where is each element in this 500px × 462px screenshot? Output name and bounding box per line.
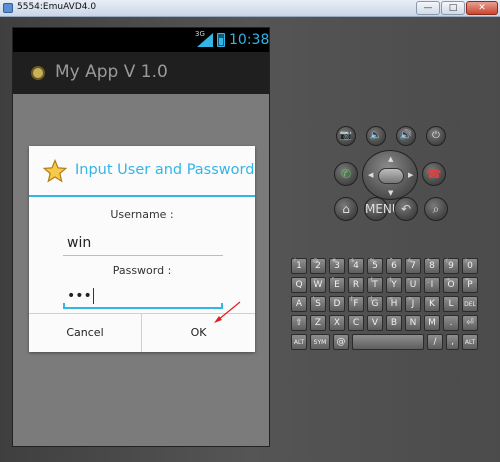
alt-key[interactable]: ALT	[291, 334, 307, 350]
key[interactable]: ! 1	[291, 258, 307, 274]
password-value: •••	[67, 288, 92, 304]
signal-icon	[197, 33, 213, 47]
key[interactable]: % 5	[367, 258, 383, 274]
call-button[interactable]: ✆	[334, 162, 358, 186]
key[interactable]: X	[329, 315, 345, 331]
key[interactable]: < H	[386, 296, 402, 312]
cancel-button[interactable]: Cancel	[29, 314, 142, 352]
power-button[interactable]: ⏻	[426, 126, 446, 146]
key[interactable]: M	[424, 315, 440, 331]
password-input[interactable]: •••	[63, 283, 223, 309]
key[interactable]: > J	[405, 296, 421, 312]
camera-button[interactable]: 📷	[336, 126, 356, 146]
key[interactable]: D	[329, 296, 345, 312]
key[interactable]: :L	[443, 296, 459, 312]
key[interactable]: $4	[348, 258, 364, 274]
key[interactable]: (9	[443, 258, 459, 274]
dpad-center-button[interactable]	[378, 168, 404, 184]
minimize-button[interactable]: —	[416, 1, 440, 15]
device-screen: 3G 10:38 My App V 1.0 Input User and Pas…	[12, 27, 270, 447]
key[interactable]: * 8	[424, 258, 440, 274]
key[interactable]: #3	[329, 258, 345, 274]
key[interactable]: Q	[291, 277, 307, 293]
key[interactable]: A	[291, 296, 307, 312]
hardware-keyboard: ! 1 @2 #3 $4 % 5 ^ 6 & 7 * 8 (9 ) 0 Q ~ W " E R …	[291, 258, 487, 352]
volume-up-button[interactable]: 🔊	[396, 126, 416, 146]
emulator-app-icon	[3, 3, 13, 13]
sym-key[interactable]: SYM	[310, 334, 330, 350]
delete-key[interactable]: DEL	[462, 296, 478, 312]
app-icon	[31, 66, 45, 80]
at-key[interactable]: @	[333, 334, 349, 350]
search-button[interactable]: ⌕	[424, 197, 448, 221]
menu-button[interactable]: MENU	[364, 197, 401, 221]
password-label: Password :	[112, 264, 172, 277]
battery-icon	[217, 33, 225, 47]
key[interactable]: ) 0	[462, 258, 478, 274]
key[interactable]: _ I	[424, 277, 440, 293]
key[interactable]: {T	[367, 277, 383, 293]
dpad-up-icon[interactable]: ▲	[388, 155, 393, 163]
dpad[interactable]: ▲ ▼ ◀ ▶	[362, 150, 418, 200]
key[interactable]: \ S	[310, 296, 326, 312]
window-title: 5554:EmuAVD4.0	[17, 2, 97, 12]
space-key[interactable]	[352, 334, 424, 350]
key[interactable]: ^ 6	[386, 258, 402, 274]
annotation-arrow-icon	[214, 301, 241, 323]
key[interactable]: & 7	[405, 258, 421, 274]
volume-down-button[interactable]: 🔈	[366, 126, 386, 146]
key[interactable]: R	[348, 277, 364, 293]
key[interactable]: Z	[310, 315, 326, 331]
dialog-title: Input User and Password	[75, 162, 255, 178]
back-button[interactable]: ↶	[394, 197, 418, 221]
window-titlebar: 5554:EmuAVD4.0 — □ ✕	[0, 0, 500, 17]
key[interactable]: ~ W	[310, 277, 326, 293]
username-input[interactable]: win	[63, 230, 223, 256]
key[interactable]: = P	[462, 277, 478, 293]
dialog-divider	[29, 195, 255, 197]
key[interactable]: .	[443, 315, 459, 331]
slash-key[interactable]: /	[427, 334, 443, 350]
end-call-button[interactable]: ☎	[422, 162, 446, 186]
star-icon	[43, 159, 67, 183]
username-label: Username :	[110, 208, 174, 221]
dpad-down-icon[interactable]: ▼	[388, 189, 393, 197]
key[interactable]: -U	[405, 277, 421, 293]
home-button[interactable]: ⌂	[334, 197, 358, 221]
dpad-left-icon[interactable]: ◀	[368, 171, 373, 179]
text-cursor	[92, 288, 94, 304]
key[interactable]: + O	[443, 277, 459, 293]
key[interactable]: " E	[329, 277, 345, 293]
action-bar: My App V 1.0	[13, 52, 269, 94]
key[interactable]: ; K	[424, 296, 440, 312]
status-time: 10:38	[229, 32, 270, 48]
status-bar: 3G 10:38	[13, 28, 270, 52]
app-title: My App V 1.0	[55, 62, 168, 82]
key[interactable]: B	[386, 315, 402, 331]
key[interactable]: } Y	[386, 277, 402, 293]
dialog-header: Input User and Password	[29, 146, 255, 196]
key[interactable]: ] G	[367, 296, 383, 312]
key[interactable]: C	[348, 315, 364, 331]
enter-key[interactable]: ⏎	[462, 315, 478, 331]
key[interactable]: N	[405, 315, 421, 331]
key[interactable]: V	[367, 315, 383, 331]
shift-key[interactable]: ⇧	[291, 315, 307, 331]
dpad-right-icon[interactable]: ▶	[408, 171, 413, 179]
key[interactable]: [F	[348, 296, 364, 312]
alt-key-right[interactable]: ALT	[462, 334, 478, 350]
key[interactable]: @2	[310, 258, 326, 274]
maximize-button[interactable]: □	[441, 1, 465, 15]
close-button[interactable]: ✕	[466, 1, 498, 15]
comma-key[interactable]: ,	[446, 334, 459, 350]
